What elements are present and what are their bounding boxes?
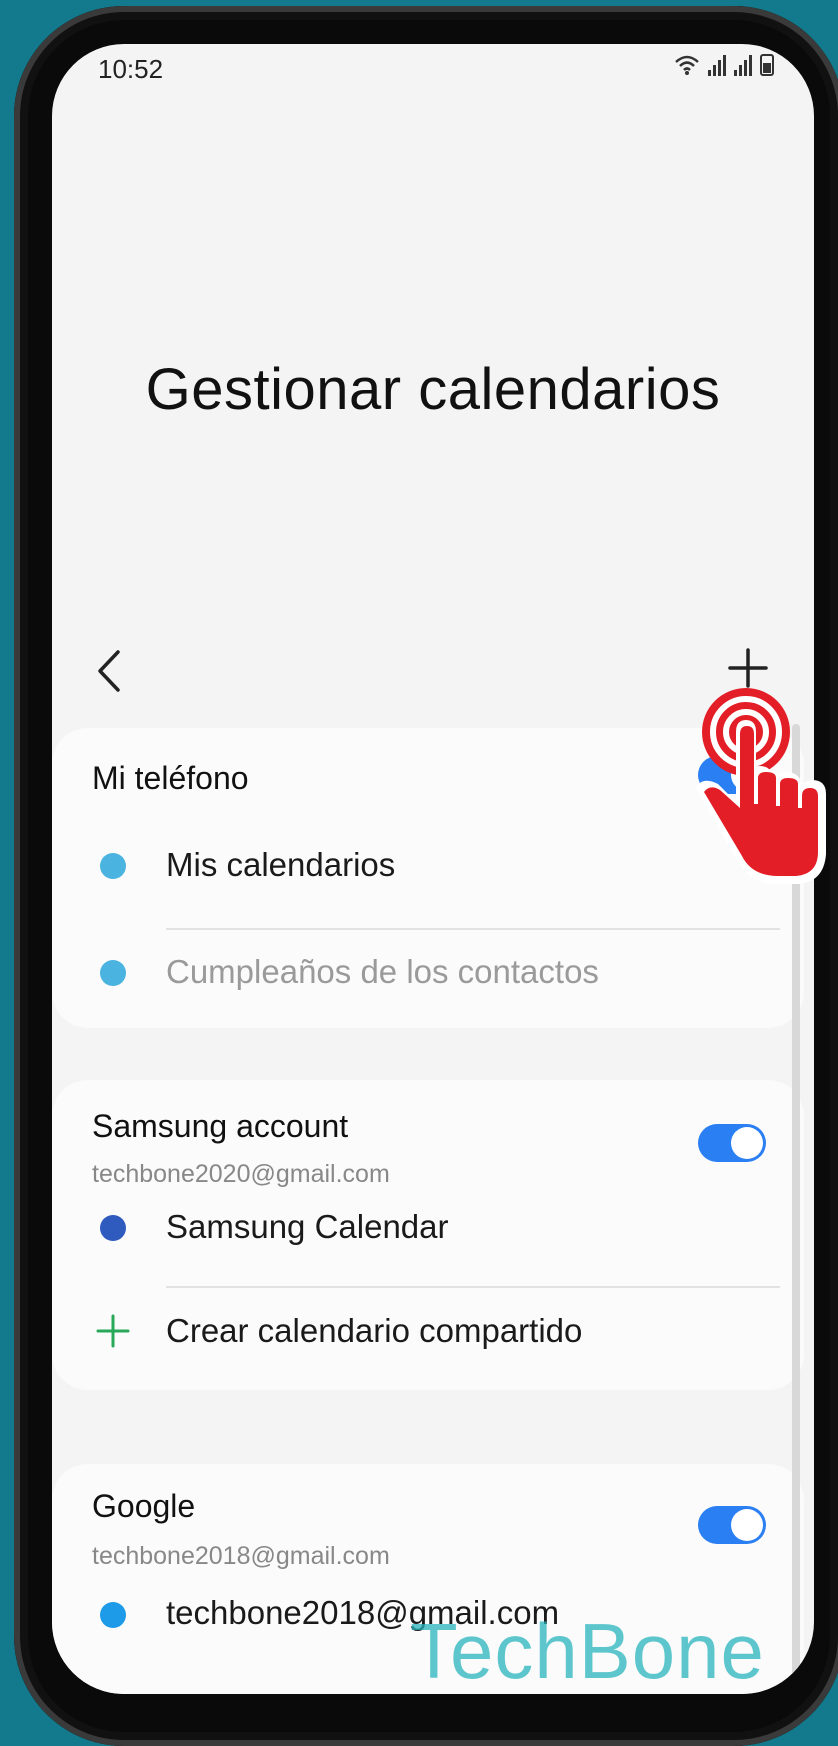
calendar-color-dot <box>100 960 126 986</box>
list-item-label: Cumpleaños de los contactos <box>166 953 599 990</box>
section-title: Google <box>92 1488 196 1524</box>
calendar-color-dot <box>100 1602 126 1628</box>
back-button[interactable] <box>90 646 130 696</box>
list-item-label: Mis calendarios <box>166 846 396 883</box>
calendar-color-dot <box>100 853 126 879</box>
section-title: Samsung account <box>92 1108 349 1144</box>
list-item-label: Samsung Calendar <box>166 1208 449 1245</box>
status-time: 10:52 <box>98 54 164 84</box>
signal-icon-2 <box>734 54 752 76</box>
divider <box>166 928 780 930</box>
divider <box>166 1286 780 1288</box>
section-title: Mi teléfono <box>92 760 249 796</box>
status-icons <box>674 54 774 76</box>
hand-pointer-icon <box>688 684 828 894</box>
page-title: Gestionar calendarios <box>145 357 721 422</box>
plus-icon <box>96 1314 130 1348</box>
section-subtitle: techbone2020@gmail.com <box>92 1160 390 1188</box>
samsung-account-toggle[interactable] <box>698 1124 766 1162</box>
signal-icon <box>708 54 726 76</box>
battery-icon <box>760 54 774 76</box>
list-item-label: Crear calendario compartido <box>166 1312 583 1349</box>
google-toggle[interactable] <box>698 1506 766 1544</box>
calendar-color-dot <box>100 1215 126 1241</box>
section-subtitle: techbone2018@gmail.com <box>92 1542 390 1570</box>
watermark: TechBone <box>410 1607 765 1695</box>
wifi-icon <box>674 54 700 76</box>
section-samsung-account: Samsung account techbone2020@gmail.com S… <box>52 1080 804 1390</box>
status-bar: 10:52 <box>52 44 814 94</box>
chevron-left-icon <box>98 650 120 692</box>
